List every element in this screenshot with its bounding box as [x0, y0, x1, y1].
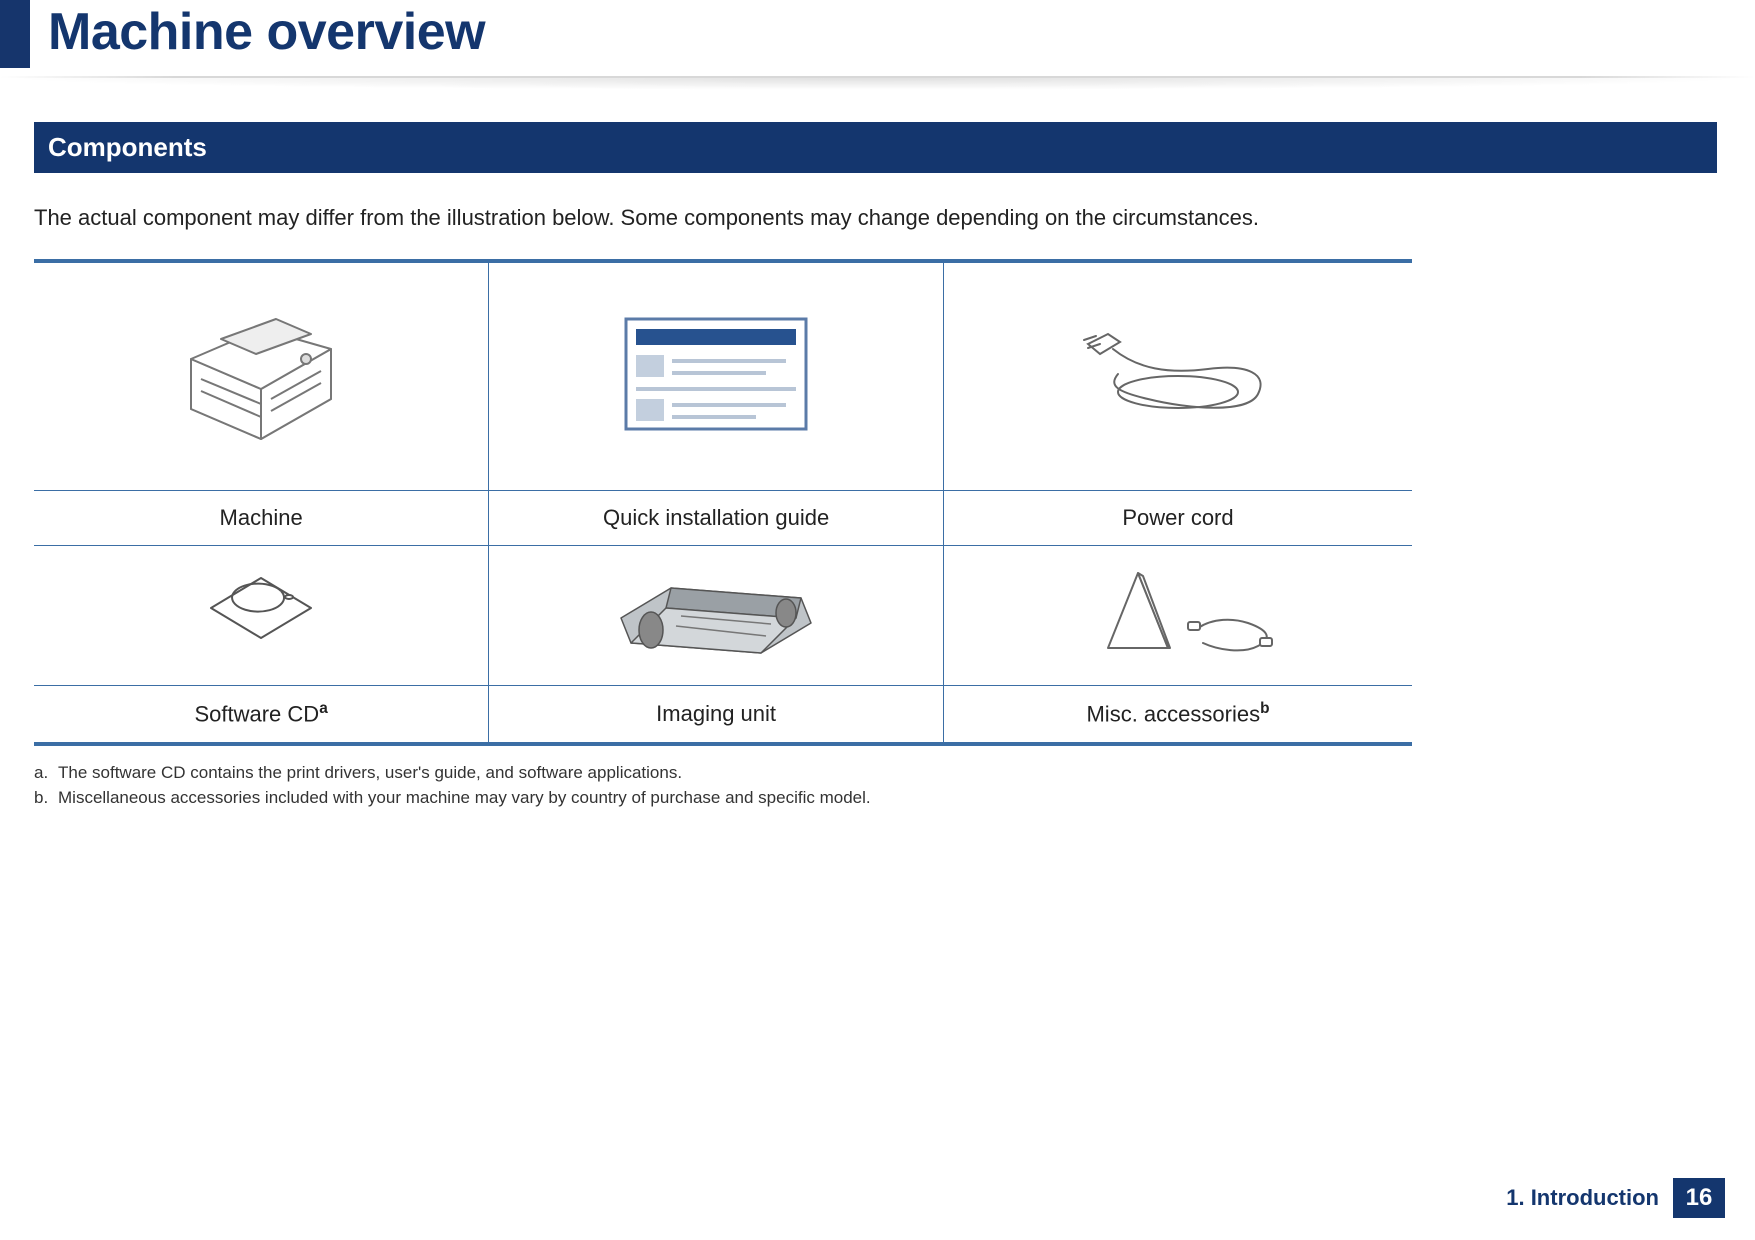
page-title: Machine overview	[48, 0, 485, 58]
page-number: 16	[1673, 1178, 1725, 1218]
footnote-a: a. The software CD contains the print dr…	[34, 760, 1717, 786]
component-label: Machine	[220, 505, 303, 530]
cd-icon	[191, 563, 331, 663]
footnote-b: b. Miscellaneous accessories included wi…	[34, 785, 1717, 811]
chapter-label: 1. Introduction	[1506, 1185, 1659, 1211]
component-label: Misc. accessories	[1086, 702, 1260, 727]
component-label: Imaging unit	[656, 701, 776, 726]
table-row: Software CDa Imaging unit Misc. accessor…	[34, 686, 1412, 744]
footnote-text: Miscellaneous accessories included with …	[58, 785, 871, 811]
guide-icon	[606, 299, 826, 449]
misc-icon	[1068, 558, 1288, 668]
imagingunit-icon	[601, 558, 831, 668]
footnote-mark: a.	[34, 760, 58, 786]
footnotes: a. The software CD contains the print dr…	[34, 760, 1717, 811]
component-label: Software CD	[194, 702, 319, 727]
table-row: Machine Quick installation guide Power c…	[34, 491, 1412, 546]
footnote-text: The software CD contains the print drive…	[58, 760, 682, 786]
powercord-icon	[1058, 314, 1298, 434]
header-accent-tab	[0, 0, 30, 68]
footnote-marker: a	[319, 700, 328, 717]
printer-icon	[161, 279, 361, 469]
components-table: Machine Quick installation guide Power c…	[34, 259, 1412, 746]
component-label: Quick installation guide	[603, 505, 829, 530]
intro-text: The actual component may differ from the…	[34, 203, 1717, 233]
header-divider	[0, 70, 1755, 100]
component-label: Power cord	[1122, 505, 1233, 530]
section-heading: Components	[34, 122, 1717, 173]
footnote-mark: b.	[34, 785, 58, 811]
footnote-marker: b	[1260, 700, 1269, 717]
